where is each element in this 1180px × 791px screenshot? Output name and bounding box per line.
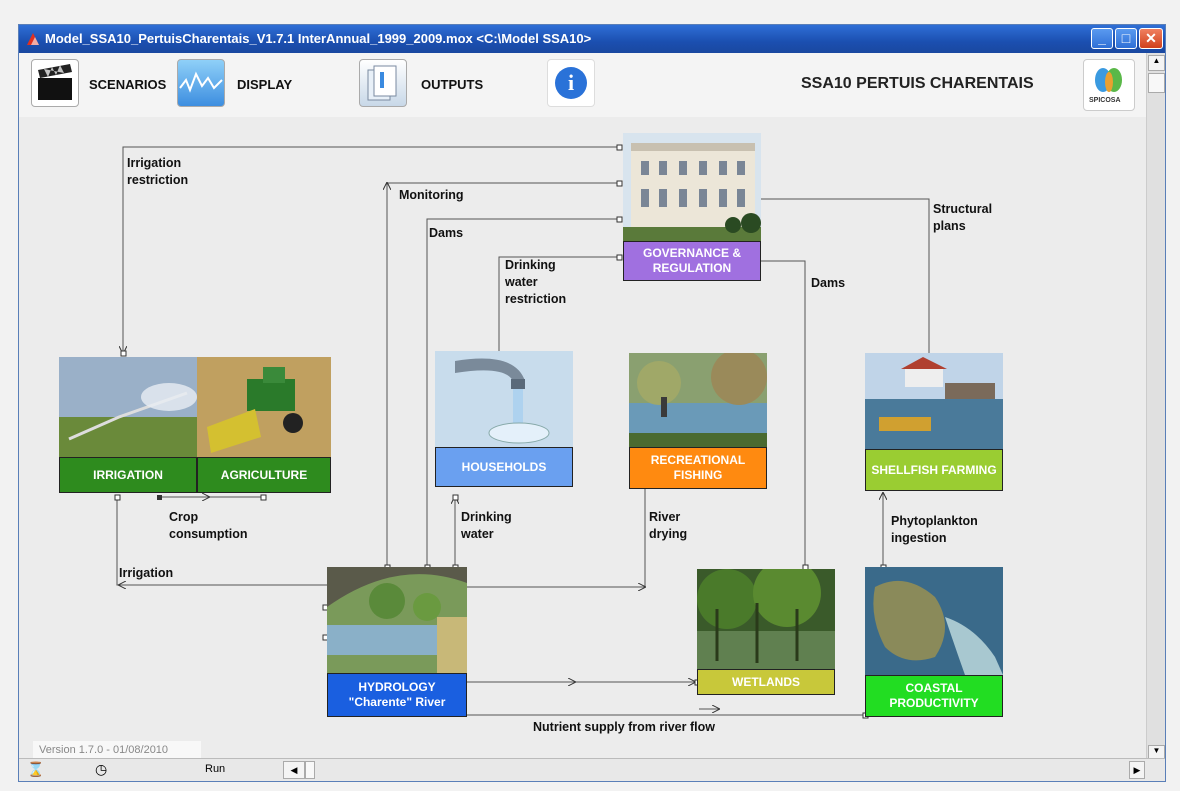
app-icon — [27, 33, 39, 45]
maximize-button[interactable]: □ — [1115, 28, 1137, 49]
scroll-up-arrow-icon[interactable]: ▲ — [1148, 55, 1165, 71]
close-button[interactable]: ✕ — [1139, 28, 1163, 49]
hydrology-image[interactable] — [327, 567, 467, 673]
scenarios-button[interactable] — [31, 59, 79, 107]
node-agriculture[interactable]: AGRICULTURE — [197, 457, 331, 493]
logo-text: SPICOSA — [1089, 97, 1121, 104]
label-drinking-water-restriction: Drinking water restriction — [505, 258, 567, 306]
model-title: SSA10 PERTUIS CHARENTAIS — [801, 75, 1034, 92]
node-governance[interactable]: GOVERNANCE & REGULATION — [623, 241, 761, 281]
label-nutrient-supply: Nutrient supply from river flow — [533, 720, 715, 734]
shellfish-image[interactable] — [865, 353, 1003, 449]
governance-image[interactable] — [623, 133, 761, 241]
node-irrigation[interactable]: IRRIGATION — [59, 457, 197, 493]
model-diagram-canvas: Irrigation restriction Monitoring Dams D… — [19, 117, 1147, 737]
node-households[interactable]: HOUSEHOLDS — [435, 447, 573, 487]
label-drinking-water: Drinking water — [461, 510, 512, 541]
status-bar: ⌛ ◷ Run ◀ ▶ — [19, 758, 1165, 781]
recreational-image[interactable] — [629, 353, 767, 447]
label-river-drying: River drying — [649, 510, 688, 541]
label-irrigation: Irrigation — [119, 566, 174, 580]
title-bar[interactable]: Model_SSA10_PertuisCharentais_V1.7.1 Int… — [19, 25, 1165, 53]
document-stack-icon — [367, 65, 397, 101]
horizontal-scroll-thumb[interactable] — [305, 761, 315, 779]
toolbar: SCENARIOS DISPLAY OUTPUTS i SSA10 PERTUI… — [19, 53, 1165, 117]
waveform-icon — [179, 71, 223, 93]
scroll-left-arrow-icon[interactable]: ◀ — [283, 761, 305, 779]
hourglass-icon: ⌛ — [27, 761, 45, 777]
clock-icon[interactable]: ◷ — [95, 761, 107, 778]
spicosa-logo: SPICOSA — [1083, 59, 1135, 111]
wetlands-image[interactable] — [697, 569, 835, 669]
application-window: Model_SSA10_PertuisCharentais_V1.7.1 Int… — [18, 24, 1166, 782]
label-structural-plans: Structural plans — [933, 202, 993, 233]
label-dams-right: Dams — [811, 276, 846, 290]
svg-text:i: i — [568, 70, 574, 95]
display-label[interactable]: DISPLAY — [237, 77, 292, 92]
label-monitoring: Monitoring — [399, 188, 464, 202]
agriculture-image[interactable] — [197, 357, 331, 457]
households-image[interactable] — [435, 351, 573, 447]
node-coastal-productivity[interactable]: COASTAL PRODUCTIVITY — [865, 675, 1003, 717]
scenarios-label[interactable]: SCENARIOS — [89, 77, 166, 92]
scroll-thumb[interactable] — [1148, 73, 1165, 93]
label-crop-consumption: Crop consumption — [169, 510, 248, 541]
version-label: Version 1.7.0 - 01/08/2010 — [33, 741, 201, 759]
label-irrigation-restriction: Irrigation restriction — [127, 156, 189, 187]
irrigation-image[interactable] — [59, 357, 197, 457]
display-button[interactable] — [177, 59, 225, 107]
clapperboard-icon — [38, 64, 72, 100]
node-wetlands[interactable]: WETLANDS — [697, 669, 835, 695]
info-icon: i — [555, 67, 587, 99]
run-label[interactable]: Run — [205, 763, 225, 775]
scroll-right-arrow-icon[interactable]: ▶ — [1129, 761, 1145, 779]
label-dams-left: Dams — [429, 226, 464, 240]
window-title: Model_SSA10_PertuisCharentais_V1.7.1 Int… — [45, 31, 592, 46]
outputs-label[interactable]: OUTPUTS — [421, 77, 483, 92]
info-button[interactable]: i — [547, 59, 595, 107]
outputs-button[interactable] — [359, 59, 407, 107]
minimize-button[interactable]: _ — [1091, 28, 1113, 49]
link-irrigation-restriction — [123, 146, 619, 353]
coastal-image[interactable] — [865, 567, 1003, 675]
link-dams-right — [761, 260, 806, 567]
node-shellfish-farming[interactable]: SHELLFISH FARMING — [865, 449, 1003, 491]
node-recreational-fishing[interactable]: RECREATIONAL FISHING — [629, 447, 767, 489]
node-hydrology[interactable]: HYDROLOGY "Charente" River — [327, 673, 467, 717]
vertical-scrollbar[interactable]: ▲ ▼ — [1146, 53, 1165, 763]
label-phytoplankton-ingestion: Phytoplankton ingestion — [891, 514, 978, 545]
